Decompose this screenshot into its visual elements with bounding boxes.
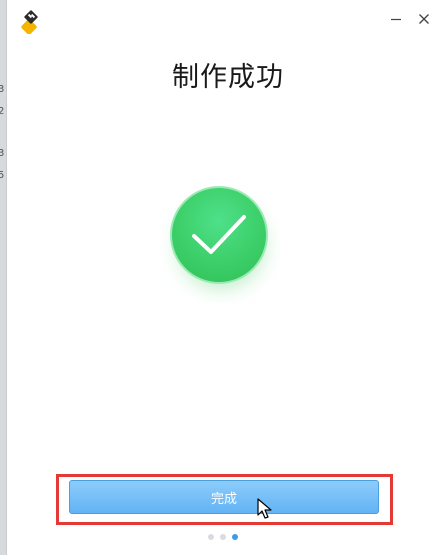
close-icon	[419, 14, 429, 24]
done-button-label: 完成	[210, 491, 237, 507]
usb-drive-icon	[21, 10, 45, 35]
background-digit: 2	[0, 106, 5, 117]
step-dot	[208, 534, 214, 540]
done-button[interactable]: 完成	[69, 480, 379, 514]
background-digit: 3	[0, 84, 5, 95]
success-check-icon	[192, 215, 246, 254]
step-dot-active	[232, 534, 238, 540]
close-button[interactable]	[413, 8, 435, 30]
page-title: 制作成功	[172, 62, 284, 93]
success-indicator	[170, 186, 272, 288]
background-digit: 5	[0, 170, 5, 181]
success-dialog: 制作成功 完成	[6, 0, 448, 555]
step-indicator	[208, 534, 238, 540]
minimize-button[interactable]	[385, 8, 407, 30]
mouse-cursor-icon	[257, 498, 273, 520]
background-digit: 3	[0, 148, 5, 159]
minimize-icon	[391, 18, 401, 21]
step-dot	[220, 534, 226, 540]
